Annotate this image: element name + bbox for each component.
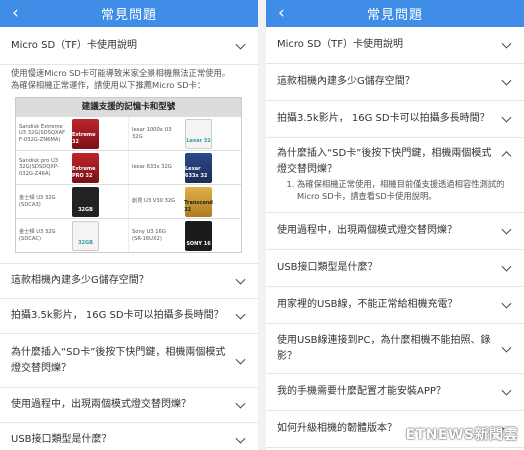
answer-text-line-2: 為確保相機正常運作，請使用以下推薦Micro SD卡： (11, 80, 206, 91)
faq-question: Micro SD（TF）卡使用說明 (11, 39, 138, 51)
faq-answer-expanded: 為確保相機正常使用，相機目前僅支援透過相容性測試的Micro SD卡，請查看SD… (266, 176, 524, 214)
chevron-down-icon (501, 261, 512, 272)
chevron-down-icon (501, 385, 512, 396)
card-table-row: 金士頓 U3 32G (SDCA3) 32GB 創見 U3 V30 32G Trans… (16, 184, 241, 219)
faq-question: 使用過程中，出現兩個模式燈交替閃爍？ (11, 399, 191, 411)
sd-card-image: Lexar 32 (185, 118, 212, 149)
faq-item-sd-usage[interactable]: Micro SD（TF）卡使用說明 (0, 27, 258, 65)
faq-item[interactable]: 我的手機需要什麼配置才能安裝APP？ (266, 374, 524, 412)
faq-question: 這款相機內建多少G儲存空間？ (11, 275, 149, 287)
card-table-row: 金士頓 U3 32G (SDCAC) 32GB Sony U3 16G (SR-16… (16, 218, 241, 253)
answer-text-line-1: 使用慢速Micro SD卡可能導致米家全景相機無法正常使用。 (11, 68, 231, 78)
chevron-down-icon (501, 112, 512, 123)
watermark: ETNEWS新聞雲 (405, 427, 518, 443)
chevron-down-icon (235, 433, 246, 444)
chevron-down-icon (235, 398, 246, 409)
faq-question: 如何升級相機的韌體版本？ (277, 423, 397, 435)
chevron-down-icon (501, 38, 512, 49)
chevron-down-icon (235, 309, 246, 320)
faq-question: Micro SD（TF）卡使用說明 (277, 39, 404, 51)
faq-item[interactable]: 用家裡的USB線，不能正常給相機充電？ (266, 287, 524, 325)
recommended-card-table: 建議支援的記憶卡和型號 Sandisk Extreme U3 32G(SDSQX… (15, 97, 242, 254)
faq-question: 使用過程中，出現兩個模式燈交替閃爍？ (277, 225, 457, 237)
card-model-label: 金士頓 U3 32G (SDCA3) (19, 195, 56, 208)
answer-list-item: 為確保相機正常使用，相機目前僅支援透過相容性測試的Micro SD卡，請查看SD… (297, 178, 512, 202)
sd-card-image: 32GB (72, 220, 99, 251)
faq-item[interactable]: 這款相機內建多少G儲存空間？ (0, 264, 258, 300)
faq-question: 使用USB線連接到PC，為什麼相機不能拍照、錄影？ (277, 335, 491, 362)
faq-question: 為什麼插入“SD卡”後按下快門鍵，相機兩個模式燈交替閃爍？ (11, 347, 226, 374)
card-table-cell: Sandisk pro U3 32G(SDSDQXP- 032G-Z46A) Ex… (16, 151, 128, 184)
page-title: 常見問題 (366, 8, 423, 23)
card-table-cell: lexar 633x 32G Lexar 633x 32 (128, 151, 241, 185)
sd-card-image: Extreme PRO 32 (72, 152, 99, 183)
back-arrow-icon[interactable]: ‹ (278, 3, 285, 23)
chevron-down-icon (501, 75, 512, 86)
faq-item[interactable]: USB接口類型是什麼？ (0, 423, 258, 450)
back-arrow-icon[interactable]: ‹ (12, 3, 19, 23)
card-model-label: Sony U3 16G (SR-16UX2) (132, 229, 166, 242)
chevron-down-icon (235, 354, 246, 365)
faq-question: 這款相機內建多少G儲存空間？ (277, 76, 415, 88)
faq-answer-sd-usage: 使用慢速Micro SD卡可能導致米家全景相機無法正常使用。 為確保相機正常運作… (0, 65, 258, 265)
chevron-down-icon (501, 342, 512, 353)
sd-card-image: SONY 16 (185, 220, 212, 251)
chevron-up-icon (501, 151, 512, 162)
faq-question: 拍攝3.5k影片， 16G SD卡可以拍攝多長時間？ (277, 113, 490, 125)
left-screen: ‹ 常見問題 Micro SD（TF）卡使用說明 使用慢速Micro SD卡可能… (0, 0, 258, 450)
faq-item[interactable]: 使用過程中，出現兩個模式燈交替閃爍？ (0, 388, 258, 424)
card-model-label: lexar 633x 32G (132, 164, 172, 171)
card-model-label: lexar 1000x U3 32G (132, 127, 172, 140)
card-table-title: 建議支援的記憶卡和型號 (16, 98, 241, 117)
chevron-down-icon (235, 274, 246, 285)
page-title: 常見問題 (100, 8, 157, 23)
sd-card-image: Extreme 32 (72, 118, 99, 149)
chevron-down-icon (235, 39, 246, 50)
card-table-cell: Sony U3 16G (SR-16UX2) SONY 16 (128, 219, 241, 253)
faq-item-expanded[interactable]: 為什麼插入“SD卡”後按下快門鍵，相機兩個模式燈交替閃爍？ (266, 138, 524, 176)
card-model-label: 創見 U3 V30 32G (132, 198, 176, 205)
faq-question: 拍攝3.5k影片， 16G SD卡可以拍攝多長時間？ (11, 310, 224, 322)
sd-card-image: 32GB (72, 186, 99, 217)
chevron-down-icon (501, 298, 512, 309)
faq-item[interactable]: 這款相機內建多少G儲存空間？ (266, 64, 524, 101)
app-header: ‹ 常見問題 (266, 0, 524, 27)
faq-question: USB接口類型是什麼？ (277, 262, 378, 274)
card-table-cell: 金士頓 U3 32G (SDCAC) 32GB (16, 219, 128, 252)
screen-divider (258, 0, 266, 450)
card-table-row: Sandisk Extreme U3 32G(SDSQXAF F-032G-ZN… (16, 116, 241, 151)
card-model-label: 金士頓 U3 32G (SDCAC) (19, 229, 56, 242)
faq-item[interactable]: USB接口類型是什麼？ (266, 250, 524, 288)
card-table-cell: Sandisk Extreme U3 32G(SDSQXAF F-032G-ZN… (16, 117, 128, 150)
card-table-cell: 創見 U3 V30 32G Transcend 32 (128, 185, 241, 219)
card-table-row: Sandisk pro U3 32G(SDSDQXP- 032G-Z46A) Ex… (16, 150, 241, 185)
faq-item[interactable]: Micro SD（TF）卡使用說明 (266, 27, 524, 64)
faq-item[interactable]: 拍攝3.5k影片， 16G SD卡可以拍攝多長時間？ (0, 299, 258, 335)
faq-question: 我的手機需要什麼配置才能安裝APP？ (277, 386, 446, 398)
faq-item[interactable]: 拍攝3.5k影片， 16G SD卡可以拍攝多長時間？ (266, 101, 524, 138)
card-table-cell: lexar 1000x U3 32G Lexar 32 (128, 117, 241, 151)
right-screen: ‹ 常見問題 Micro SD（TF）卡使用說明 這款相機內建多少G儲存空間？ … (266, 0, 524, 450)
faq-item[interactable]: 使用過程中，出現兩個模式燈交替閃爍？ (266, 213, 524, 251)
faq-question: 為什麼插入“SD卡”後按下快門鍵，相機兩個模式燈交替閃爍？ (277, 148, 492, 175)
faq-question: 用家裡的USB線，不能正常給相機充電？ (277, 299, 458, 311)
faq-item[interactable]: 為什麼插入“SD卡”後按下快門鍵，相機兩個模式燈交替閃爍？ (0, 334, 258, 389)
card-model-label: Sandisk pro U3 32G(SDSDQXP- 032G-Z46A) (19, 157, 59, 177)
faq-item[interactable]: 使用USB線連接到PC，為什麼相機不能拍照、錄影？ (266, 324, 524, 375)
app-header: ‹ 常見問題 (0, 0, 258, 27)
sd-card-image: Transcend 32 (184, 186, 213, 217)
card-table-cell: 金士頓 U3 32G (SDCA3) 32GB (16, 185, 128, 218)
faq-question: USB接口類型是什麼？ (11, 434, 112, 446)
chevron-down-icon (501, 224, 512, 235)
card-model-label: Sandisk Extreme U3 32G(SDSQXAF F-032G-ZN… (19, 123, 66, 143)
sd-card-image: Lexar 633x 32 (185, 152, 212, 183)
